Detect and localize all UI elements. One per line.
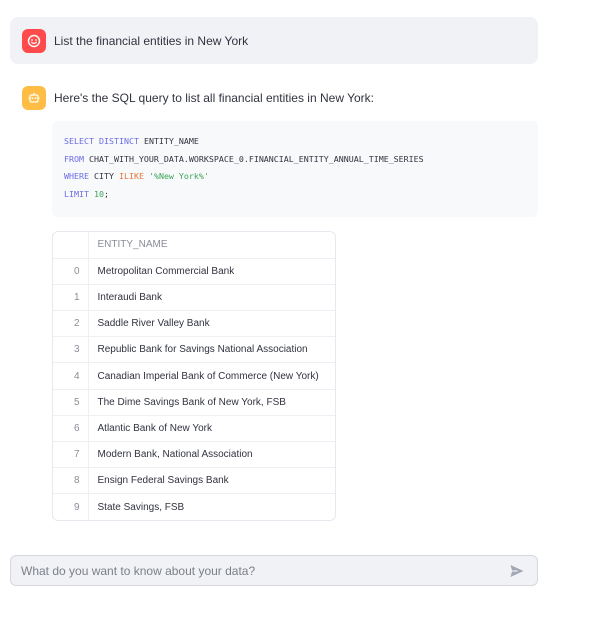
sql-operator: ILIKE (118, 171, 144, 181)
sql-line-where: WHERE CITY ILIKE '%New York%' (64, 168, 526, 186)
table-row: 3 Republic Bank for Savings National Asso… (53, 336, 335, 364)
send-button[interactable] (505, 559, 529, 583)
sql-keyword: LIMIT (64, 188, 89, 199)
sql-number: 10 (93, 188, 104, 199)
smiley-face-icon (27, 34, 41, 47)
table-row: 6 Atlantic Bank of New York (53, 415, 335, 443)
chat-input[interactable] (19, 562, 505, 579)
results-table[interactable]: ENTITY_NAME 0 Metropolitan Commercial Ban… (52, 231, 336, 522)
table-row: 8 Ensign Federal Savings Bank (53, 467, 335, 495)
table-cell[interactable]: Saddle River Valley Bank (88, 310, 335, 338)
sql-code-block[interactable]: SELECT DISTINCT ENTITY_NAME FROM CHAT_WIT… (52, 121, 538, 217)
chat-input-bar (10, 555, 538, 586)
row-index: 3 (53, 336, 89, 364)
table-row: 4 Canadian Imperial Bank of Commerce (New… (53, 362, 335, 390)
row-index: 6 (53, 415, 89, 443)
table-cell[interactable]: Republic Bank for Savings National Assoc… (88, 336, 335, 364)
table-header-row: ENTITY_NAME (53, 232, 335, 259)
row-index: 7 (53, 441, 89, 469)
assistant-message-text: Here's the SQL query to list all financi… (54, 91, 375, 105)
sql-keyword: SELECT (64, 136, 94, 146)
row-index: 5 (53, 389, 89, 416)
sql-text: CHAT_WITH_YOUR_DATA.WORKSPACE_0.FINANCIA… (83, 153, 424, 164)
sql-line-limit: LIMIT 10; (64, 186, 526, 204)
row-index: 4 (53, 362, 89, 390)
sql-string: '%New York%' (148, 171, 209, 181)
sql-text: CITY (88, 171, 119, 181)
table-row: 9 State Savings, FSB (53, 493, 335, 521)
robot-icon (28, 92, 40, 103)
sql-line-select: SELECT DISTINCT ENTITY_NAME (64, 133, 526, 151)
send-icon (510, 564, 524, 577)
user-message: List the financial entities in New York (10, 17, 538, 64)
column-header-entity-name[interactable]: ENTITY_NAME (88, 232, 335, 259)
sql-text: ; (103, 188, 109, 199)
table-cell[interactable]: State Savings, FSB (88, 494, 335, 520)
sql-text: ENTITY_NAME (138, 136, 199, 146)
assistant-avatar (22, 86, 46, 110)
table-cell[interactable]: Metropolitan Commercial Bank (88, 258, 335, 285)
sql-keyword: WHERE (64, 171, 89, 181)
table-cell[interactable]: Interaudi Bank (88, 284, 335, 312)
assistant-message: Here's the SQL query to list all financi… (10, 86, 538, 522)
sql-keyword: FROM (64, 153, 84, 164)
table-cell[interactable]: Ensign Federal Savings Bank (88, 467, 335, 495)
row-index: 9 (53, 493, 89, 521)
table-row: 7 Modern Bank, National Association (53, 441, 335, 469)
index-header (53, 232, 89, 259)
table-row: 1 Interaudi Bank (53, 284, 335, 312)
row-index: 2 (53, 310, 89, 338)
table-row: 0 Metropolitan Commercial Bank (53, 258, 335, 285)
table-cell[interactable]: The Dime Savings Bank of New York, FSB (88, 389, 335, 416)
table-cell[interactable]: Modern Bank, National Association (88, 441, 335, 469)
sql-keyword: DISTINCT (98, 136, 139, 146)
user-avatar (22, 28, 46, 53)
row-index: 1 (53, 284, 89, 312)
sql-line-from: FROM CHAT_WITH_YOUR_DATA.WORKSPACE_0.FIN… (64, 151, 526, 169)
table-cell[interactable]: Canadian Imperial Bank of Commerce (New … (88, 362, 335, 390)
row-index: 0 (53, 258, 89, 285)
row-index: 8 (53, 467, 89, 495)
table-cell[interactable]: Atlantic Bank of New York (88, 415, 335, 443)
table-row: 5 The Dime Savings Bank of New York, FSB (53, 389, 335, 416)
table-row: 2 Saddle River Valley Bank (53, 310, 335, 338)
user-message-text: List the financial entities in New York (54, 33, 249, 48)
